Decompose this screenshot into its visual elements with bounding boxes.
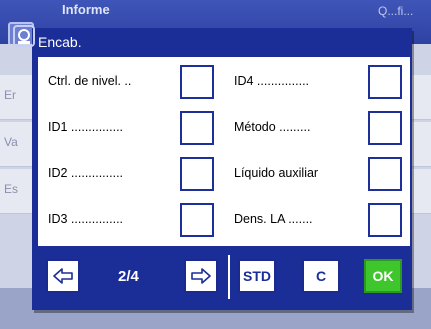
item-checkbox[interactable] — [180, 203, 214, 237]
header-item-id2[interactable]: ID2 ............... — [46, 155, 222, 193]
arrow-right-icon — [191, 268, 211, 284]
item-checkbox[interactable] — [180, 65, 214, 99]
dialog-title: Encab. — [38, 34, 82, 50]
item-label: Dens. LA ....... — [234, 212, 313, 226]
arrow-left-icon — [53, 268, 73, 284]
page-indicator: 2/4 — [118, 268, 139, 285]
header-item-level-control[interactable]: Ctrl. de nivel. .. — [46, 63, 222, 101]
background-row-label: Es — [4, 182, 19, 196]
item-label: Líquido auxiliar — [234, 166, 319, 180]
background-row-label: Er — [4, 88, 16, 102]
item-checkbox[interactable] — [368, 65, 402, 99]
background-title: Informe — [62, 2, 110, 17]
dialog-footer: 2/4 STD C OK — [38, 253, 410, 303]
item-label: Método ......... — [234, 120, 311, 134]
previous-page-button[interactable] — [46, 259, 80, 293]
item-label: ID2 ............... — [48, 166, 124, 180]
next-page-button[interactable] — [184, 259, 218, 293]
item-checkbox[interactable] — [180, 157, 214, 191]
scale-icon — [13, 25, 35, 47]
header-item-id1[interactable]: ID1 ............... — [46, 109, 222, 147]
header-item-auxiliary-liquid[interactable]: Líquido auxiliar — [232, 155, 408, 193]
header-item-aux-liquid-density[interactable]: Dens. LA ....... — [232, 201, 408, 239]
item-checkbox[interactable] — [180, 111, 214, 145]
item-checkbox[interactable] — [368, 203, 402, 237]
background-title-right: Q...fi... — [378, 4, 414, 18]
cancel-button[interactable]: C — [302, 259, 340, 293]
header-item-id3[interactable]: ID3 ............... — [46, 201, 222, 239]
item-label: ID4 ............... — [234, 74, 310, 88]
std-button[interactable]: STD — [238, 259, 276, 293]
ok-button[interactable]: OK — [364, 259, 402, 293]
background-row-label: Va — [4, 135, 18, 149]
dialog-content: Ctrl. de nivel. .. ID1 ............... I… — [38, 57, 410, 246]
header-item-method[interactable]: Método ......... — [232, 109, 408, 147]
item-checkbox[interactable] — [368, 157, 402, 191]
item-label: ID3 ............... — [48, 212, 124, 226]
item-checkbox[interactable] — [368, 111, 402, 145]
item-label: ID1 ............... — [48, 120, 124, 134]
header-item-id4[interactable]: ID4 ............... — [232, 63, 408, 101]
item-label: Ctrl. de nivel. .. — [48, 74, 132, 88]
footer-divider — [228, 255, 230, 299]
